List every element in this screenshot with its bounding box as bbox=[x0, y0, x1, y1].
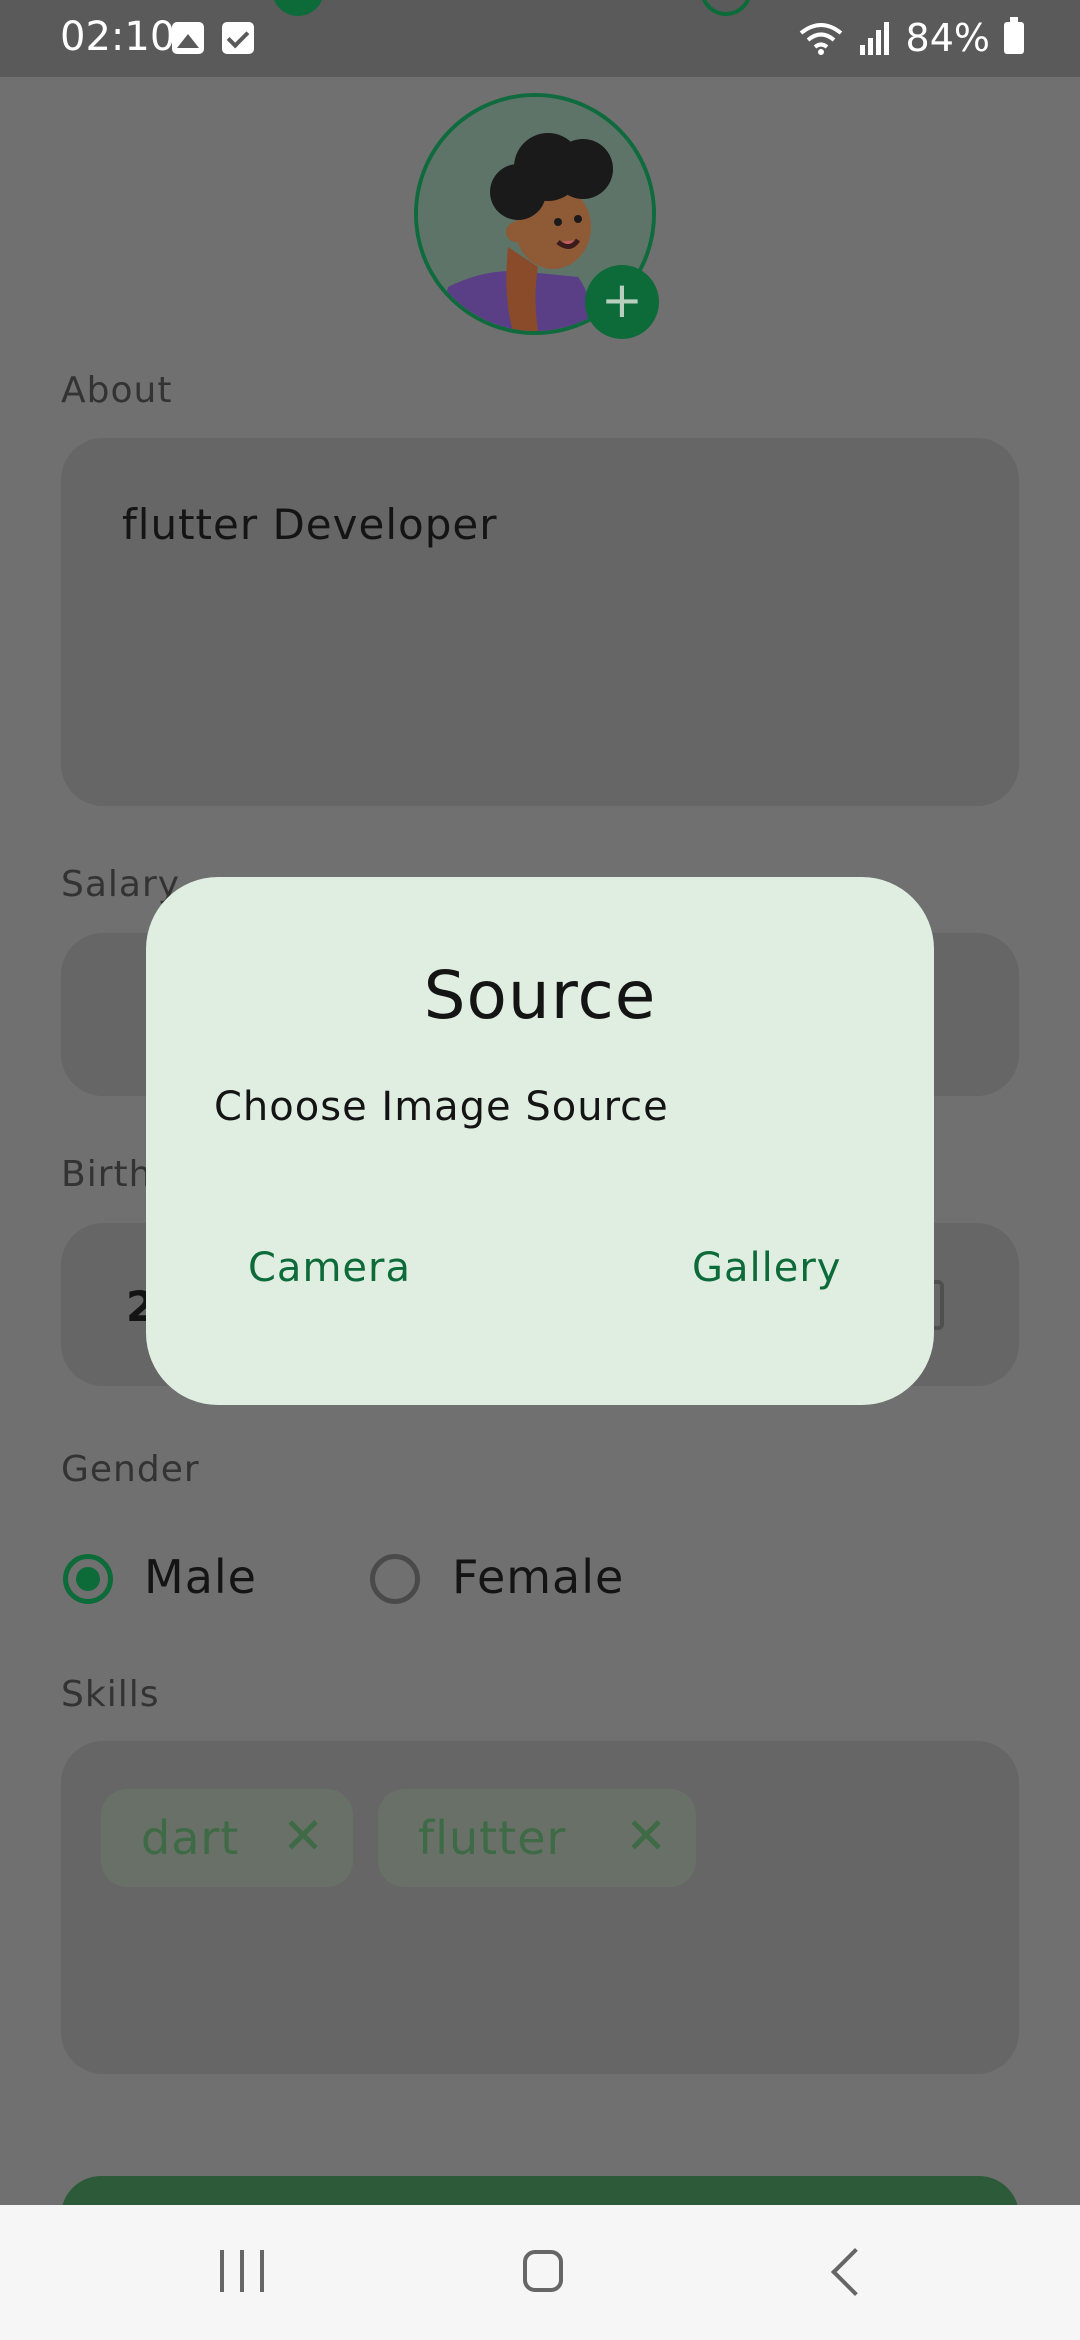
battery-percent: 84% bbox=[905, 16, 990, 60]
about-field[interactable] bbox=[61, 438, 1019, 806]
remove-chip-icon[interactable]: ✕ bbox=[282, 1807, 325, 1865]
step-indicator-icon bbox=[700, 0, 752, 16]
recent-apps-icon[interactable] bbox=[220, 2250, 264, 2292]
dialog-title: Source bbox=[423, 957, 657, 1034]
birth-date-label: Birth bbox=[61, 1154, 153, 1195]
gender-male-radio[interactable] bbox=[63, 1554, 113, 1604]
step-indicator-icon bbox=[272, 0, 324, 16]
skill-chip-label: dart bbox=[141, 1811, 240, 1865]
camera-button[interactable]: Camera bbox=[248, 1245, 411, 1291]
gender-male-label[interactable]: Male bbox=[144, 1550, 257, 1604]
about-value: flutter Developer bbox=[122, 500, 498, 549]
skills-label: Skills bbox=[61, 1674, 160, 1715]
status-bar: 02:10 84% bbox=[0, 0, 1080, 77]
status-time: 02:10 bbox=[60, 14, 176, 60]
image-icon bbox=[172, 22, 204, 54]
gender-label: Gender bbox=[61, 1449, 200, 1490]
dialog-message: Choose Image Source bbox=[214, 1084, 669, 1130]
gallery-button[interactable]: Gallery bbox=[692, 1245, 841, 1291]
battery-icon bbox=[1004, 17, 1024, 54]
checkbox-icon bbox=[222, 22, 254, 54]
wifi-icon bbox=[799, 23, 842, 55]
salary-label: Salary bbox=[61, 864, 181, 905]
add-photo-button[interactable]: + bbox=[585, 265, 659, 339]
system-nav-bar bbox=[0, 2205, 1080, 2340]
about-label: About bbox=[61, 370, 173, 411]
skill-chip-flutter[interactable]: flutter ✕ bbox=[378, 1789, 696, 1887]
skill-chip-dart[interactable]: dart ✕ bbox=[101, 1789, 353, 1887]
image-source-dialog: Source Choose Image Source Camera Galler… bbox=[146, 877, 934, 1405]
home-icon[interactable] bbox=[523, 2250, 563, 2292]
signal-icon bbox=[859, 22, 889, 55]
back-icon[interactable] bbox=[830, 2247, 880, 2297]
gender-female-radio[interactable] bbox=[370, 1554, 420, 1604]
remove-chip-icon[interactable]: ✕ bbox=[625, 1807, 668, 1865]
gender-female-label[interactable]: Female bbox=[452, 1550, 624, 1604]
skill-chip-label: flutter bbox=[418, 1811, 567, 1865]
